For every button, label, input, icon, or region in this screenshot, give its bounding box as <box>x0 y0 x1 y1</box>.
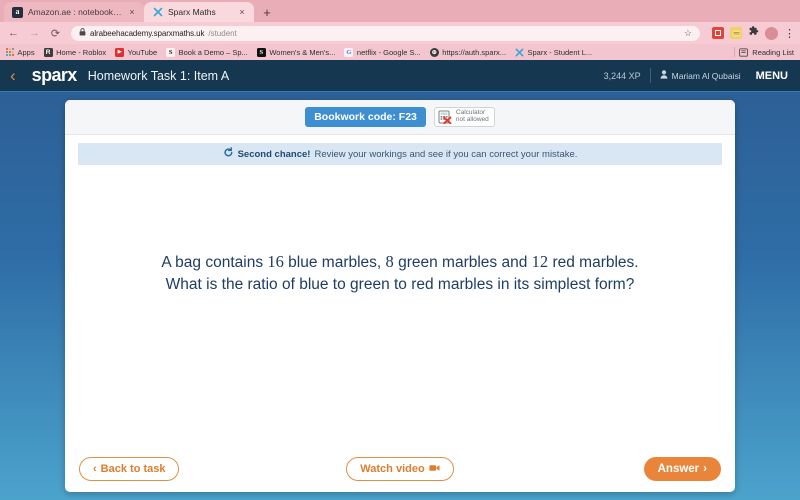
question-text-part: red marbles. <box>548 254 639 271</box>
card-topbar: Bookwork code: F23 Calculator not allowe… <box>65 100 735 135</box>
reading-list-icon <box>739 47 749 57</box>
bookmark-apps[interactable]: Apps <box>6 48 35 57</box>
address-bar[interactable]: alrabeehacademy.sparxmaths.uk/student ☆ <box>71 25 700 41</box>
user-account[interactable]: Mariam Al Qubaisi <box>660 70 741 81</box>
sparx-icon <box>152 7 163 18</box>
apps-grid-icon <box>6 48 14 56</box>
globe-icon: ⊕ <box>429 47 439 57</box>
video-camera-icon <box>429 464 440 474</box>
reading-list-button[interactable]: Reading List <box>734 47 794 57</box>
lock-icon <box>79 28 86 38</box>
bookmark-label: Book a Demo – Sp... <box>178 47 248 57</box>
back-to-task-label: Back to task <box>100 463 166 475</box>
youtube-icon: ▶ <box>115 47 125 57</box>
bookmark-label: https://auth.sparx... <box>442 47 506 57</box>
bookmark-sparx-student[interactable]: Sparx - Student L... <box>515 48 592 57</box>
tab-strip: a Amazon.ae : notebook graph n... × Spar… <box>0 0 800 22</box>
user-name: Mariam Al Qubaisi <box>671 70 741 81</box>
url-path: /student <box>208 28 237 38</box>
question-text-part: green marbles and <box>393 254 532 271</box>
bookmark-womens-mens[interactable]: S Women's & Men's... <box>256 47 336 57</box>
bookmark-auth-sparx[interactable]: ⊕ https://auth.sparx... <box>429 47 506 57</box>
menu-button[interactable]: MENU <box>756 70 788 82</box>
close-icon[interactable]: × <box>127 7 137 17</box>
puzzle-extension-icon[interactable] <box>748 26 759 40</box>
bookmark-book-a-demo[interactable]: S Book a Demo – Sp... <box>166 47 248 57</box>
question-number-blue: 16 <box>267 252 284 271</box>
back-icon[interactable]: ← <box>6 26 21 41</box>
extension-red-icon[interactable] <box>712 27 724 39</box>
back-to-task-button[interactable]: ‹ Back to task <box>79 457 180 481</box>
bookmark-netflix[interactable]: G netflix - Google S... <box>344 47 421 57</box>
question-number-red: 12 <box>531 252 549 271</box>
person-icon <box>660 70 668 81</box>
bookmark-label: Home - Roblox <box>56 47 107 57</box>
question-text-part: A bag contains <box>161 254 268 271</box>
new-tab-button[interactable]: + <box>257 2 277 22</box>
back-arrow-icon[interactable]: ‹ <box>10 67 16 84</box>
question-text-part: blue marbles, <box>283 254 386 271</box>
second-chance-banner: Second chance! Review your workings and … <box>78 143 722 165</box>
app-header: ‹ sparx Homework Task 1: Item A 3,244 XP… <box>0 60 800 92</box>
url-host: alrabeehacademy.sparxmaths.uk <box>90 28 205 38</box>
bookwork-code-badge[interactable]: Bookwork code: F23 <box>305 107 426 127</box>
browser-window: a Amazon.ae : notebook graph n... × Spar… <box>0 0 800 500</box>
question-line-2: What is the ratio of blue to green to re… <box>165 276 635 294</box>
browser-tab-sparx[interactable]: Sparx Maths × <box>144 2 254 22</box>
chevron-right-icon: › <box>703 463 707 475</box>
calculator-not-allowed-badge: Calculator not allowed <box>433 107 495 127</box>
xp-counter: 3,244 XP <box>603 70 641 81</box>
sparx-logo[interactable]: sparx <box>32 65 78 86</box>
watch-video-button[interactable]: Watch video <box>346 457 454 481</box>
google-g-icon: G <box>344 47 354 57</box>
chrome-menu-icon[interactable]: ⋮ <box>784 27 795 40</box>
question-number-green: 8 <box>385 252 394 271</box>
card-footer: ‹ Back to task Watch video Answer › <box>65 446 735 492</box>
profile-avatar[interactable] <box>765 26 778 40</box>
calculator-label: Calculator not allowed <box>455 109 489 124</box>
bookmarks-bar: Apps R Home - Roblox ▶ YouTube S Book a … <box>0 44 800 60</box>
shein-s-icon: S <box>256 47 266 57</box>
calculator-line-2: not allowed <box>455 116 489 123</box>
amazon-icon: a <box>12 6 23 18</box>
banner-bold-text: Second chance! <box>237 148 311 160</box>
sparx-s-icon: S <box>166 47 176 57</box>
extension-yellow-icon[interactable] <box>730 27 742 39</box>
bookmark-label: Apps <box>17 47 35 57</box>
answer-button[interactable]: Answer › <box>643 457 721 481</box>
question-card: Bookwork code: F23 Calculator not allowe… <box>65 100 735 492</box>
sparx-app: ‹ sparx Homework Task 1: Item A 3,244 XP… <box>0 60 800 500</box>
page-title: Homework Task 1: Item A <box>87 68 230 83</box>
bookmark-youtube[interactable]: ▶ YouTube <box>115 47 158 57</box>
bookmark-label: Sparx - Student L... <box>527 47 593 57</box>
navigation-bar: ← → ⟳ alrabeehacademy.sparxmaths.uk/stud… <box>0 22 800 44</box>
bookmark-roblox[interactable]: R Home - Roblox <box>43 47 107 57</box>
extensions-area: ⋮ <box>708 26 795 40</box>
bookmark-star-icon[interactable]: ☆ <box>684 28 692 39</box>
divider <box>734 47 736 57</box>
question-text: A bag contains 16 blue marbles, 8 green … <box>65 250 735 297</box>
bookmark-label: netflix - Google S... <box>356 47 421 57</box>
reading-list-label: Reading List <box>752 47 794 57</box>
sparx-x-icon <box>515 48 524 57</box>
retry-arrow-icon <box>223 147 234 161</box>
reload-icon[interactable]: ⟳ <box>48 26 63 41</box>
banner-rest-text: Review your workings and see if you can … <box>314 148 578 160</box>
bookmark-label: Women's & Men's... <box>269 47 336 57</box>
bookmark-label: YouTube <box>127 47 158 57</box>
question-line-1: A bag contains 16 blue marbles, 8 green … <box>95 250 705 274</box>
tab-title: Sparx Maths <box>168 7 216 17</box>
answer-label: Answer <box>657 463 700 475</box>
header-right-group: 3,244 XP Mariam Al Qubaisi MENU <box>604 68 788 83</box>
calculator-icon <box>438 110 452 124</box>
browser-tab-amazon[interactable]: a Amazon.ae : notebook graph n... × <box>4 2 144 22</box>
divider <box>649 68 651 83</box>
tab-title: Amazon.ae : notebook graph n... <box>28 7 122 17</box>
close-icon[interactable]: × <box>237 7 247 17</box>
roblox-icon: R <box>43 47 53 57</box>
chevron-left-icon: ‹ <box>93 463 97 475</box>
watch-video-label: Watch video <box>360 463 425 475</box>
forward-icon[interactable]: → <box>27 26 42 41</box>
